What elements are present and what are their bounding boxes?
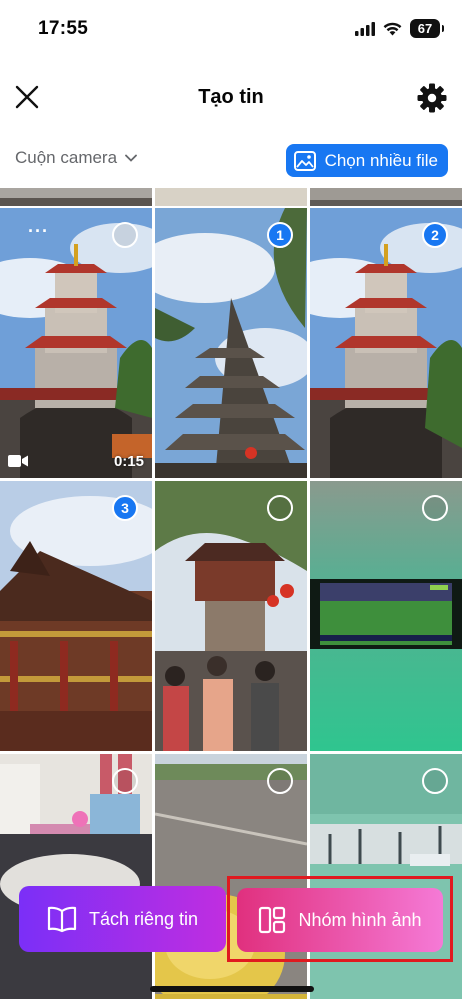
selection-order-badge[interactable]: 2 [422,222,448,248]
stupa-photo [155,208,307,478]
bottom-action-bar: Tách riêng tin Nhóm hình ảnh [0,870,462,999]
chevron-down-icon [125,154,137,162]
multi-select-button[interactable]: Chọn nhiều file [285,144,448,177]
video-camera-icon [8,455,28,467]
album-dropdown[interactable]: Cuộn camera [15,148,137,168]
video-duration: 0:15 [113,453,144,470]
photo-tile[interactable] [155,481,307,751]
select-circle[interactable] [267,495,293,521]
page-title: Tạo tin [198,86,264,108]
temple-hall-photo [0,481,152,751]
select-circle[interactable] [267,768,293,794]
album-label: Cuộn camera [15,148,118,167]
header: Tạo tin [0,72,462,126]
status-icons: 67 [355,19,444,38]
group-photos-label: Nhóm hình ảnh [298,909,422,930]
select-circle[interactable] [422,768,448,794]
partial-tile[interactable] [0,188,152,206]
highlight-box: Nhóm hình ảnh [227,876,453,962]
layout-icon [259,906,286,934]
home-indicator[interactable] [150,986,314,992]
photo-tile-selected[interactable]: 2 [310,208,462,478]
selection-order-badge[interactable]: 1 [267,222,293,248]
more-options-icon[interactable]: ··· [28,222,49,240]
select-circle[interactable] [422,495,448,521]
separate-stories-label: Tách riêng tin [88,908,199,929]
settings-button[interactable] [414,80,450,116]
pavilion-crowd-photo [155,481,307,751]
pagoda-photo-2 [310,208,462,478]
photo-tile[interactable] [310,481,462,751]
signal-icon [355,21,375,36]
football-screen-photo [310,481,462,751]
select-circle[interactable] [112,768,138,794]
partial-tile[interactable] [310,188,462,206]
gallery-icon [293,150,316,171]
battery-icon: 67 [410,19,444,38]
partial-tile[interactable] [155,188,307,206]
source-row: Cuộn camera Chọn nhiều file [0,140,462,180]
status-time: 17:55 [38,18,89,39]
photo-tile-selected[interactable]: 3 [0,481,152,751]
wifi-icon [383,22,402,35]
photo-tile-video[interactable]: ··· 0:15 [0,208,152,478]
multi-select-label: Chọn nhiều file [324,150,438,170]
photo-tile-selected[interactable]: 1 [155,208,307,478]
select-circle[interactable] [112,222,138,248]
selection-order-badge[interactable]: 3 [112,495,138,521]
group-photos-button[interactable]: Nhóm hình ảnh [237,888,443,952]
status-bar: 17:55 67 [0,0,462,60]
book-icon [47,906,77,933]
separate-stories-button[interactable]: Tách riêng tin [19,886,226,952]
gear-icon [417,83,447,113]
pagoda-photo [0,208,152,478]
